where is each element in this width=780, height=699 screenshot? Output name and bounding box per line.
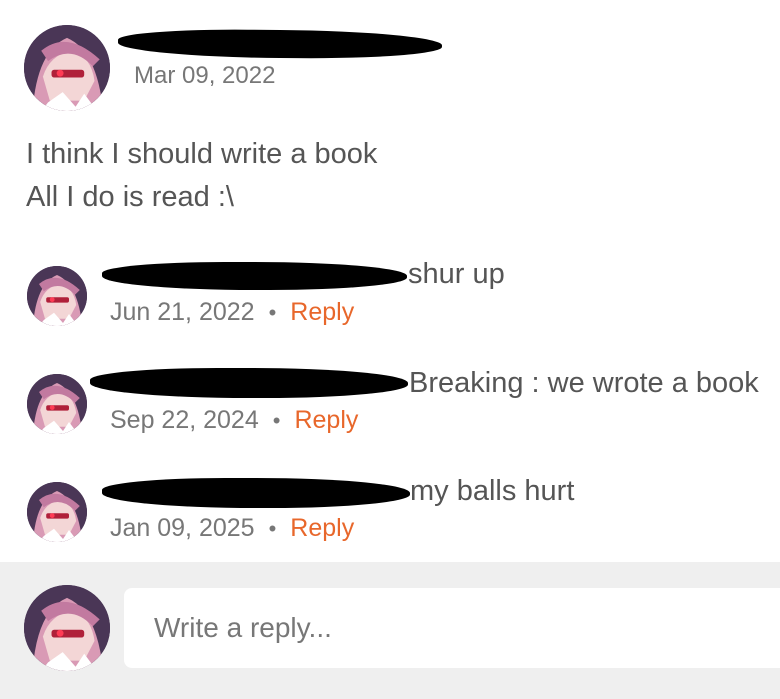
- separator-dot: •: [268, 515, 277, 541]
- redacted-username: [117, 28, 443, 60]
- post-date: Mar 09, 2022: [134, 62, 276, 89]
- post-body-line: I think I should write a book: [26, 138, 378, 170]
- separator-dot: •: [268, 299, 277, 325]
- comment-date: Jun 21, 2022: [110, 298, 255, 326]
- redacted-username: [102, 262, 407, 290]
- post-body-line: All I do is read :\: [26, 181, 234, 213]
- anime-avatar-icon: [24, 585, 110, 671]
- reply-input[interactable]: [124, 588, 780, 668]
- separator-dot: •: [272, 407, 281, 433]
- comment-text: shur up: [408, 258, 505, 290]
- redacted-username: [90, 368, 408, 398]
- comment-meta: Sep 22, 2024 • Reply: [110, 406, 358, 435]
- anime-avatar-icon: [27, 374, 87, 434]
- reply-link[interactable]: Reply: [294, 406, 358, 435]
- comment-date: Sep 22, 2024: [110, 406, 259, 434]
- redacted-username: [102, 478, 410, 508]
- comment-avatar[interactable]: [27, 482, 87, 542]
- post-author-avatar[interactable]: [24, 25, 110, 111]
- comment-text: my balls hurt: [410, 475, 575, 507]
- reply-link[interactable]: Reply: [290, 514, 354, 543]
- current-user-avatar[interactable]: [24, 585, 110, 671]
- anime-avatar-icon: [27, 482, 87, 542]
- comment-meta: Jun 21, 2022 • Reply: [110, 298, 354, 327]
- comment-avatar[interactable]: [27, 266, 87, 326]
- reply-link[interactable]: Reply: [290, 298, 354, 327]
- comment-text: Breaking : we wrote a book: [409, 367, 759, 399]
- anime-avatar-icon: [27, 266, 87, 326]
- post-body: I think I should write a book All I do i…: [26, 133, 377, 219]
- comment-date: Jan 09, 2025: [110, 514, 255, 542]
- anime-avatar-icon: [24, 25, 110, 111]
- comment-meta: Jan 09, 2025 • Reply: [110, 514, 354, 543]
- comment-avatar[interactable]: [27, 374, 87, 434]
